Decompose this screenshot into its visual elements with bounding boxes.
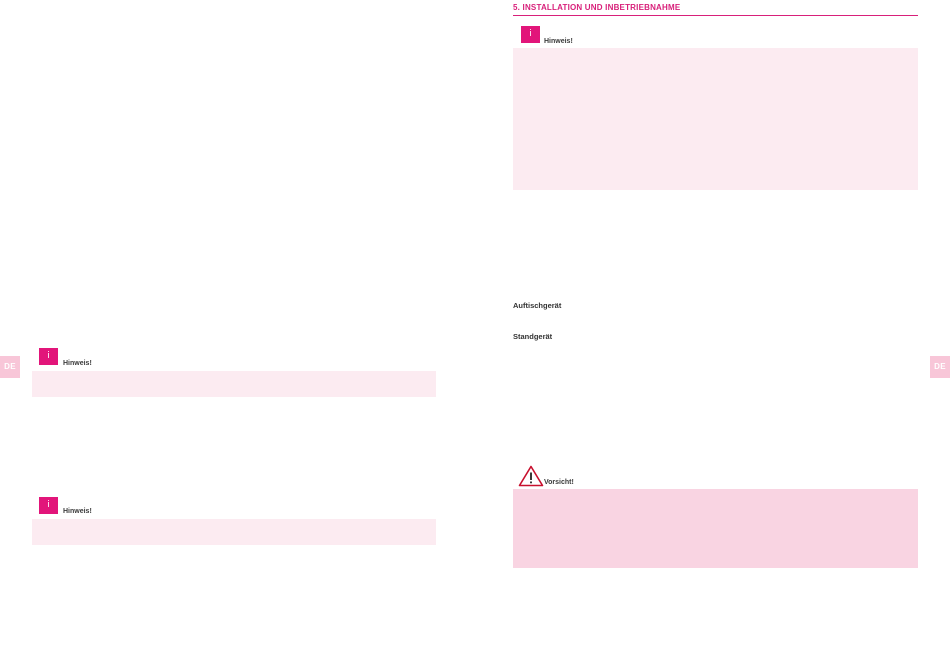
note-label: Hinweis! (63, 360, 92, 367)
section-heading: 5. INSTALLATION UND INBETRIEBNAHME (513, 3, 918, 16)
countertop-device-label: Auftischgerät (513, 301, 562, 310)
info-icon: i (521, 26, 540, 43)
info-icon: i (39, 497, 58, 514)
note-box (32, 519, 436, 545)
section-number: 5. (513, 3, 521, 12)
language-tab-right: DE (930, 356, 950, 378)
note-box (513, 48, 918, 190)
section-title: INSTALLATION UND INBETRIEBNAHME (522, 3, 681, 12)
note-label: Hinweis! (544, 38, 573, 45)
warning-icon (518, 465, 544, 487)
note-label: Hinweis! (63, 508, 92, 515)
left-page (0, 0, 475, 645)
info-icon: i (39, 348, 58, 365)
note-box (32, 371, 436, 397)
caution-box (513, 489, 918, 568)
floor-device-label: Standgerät (513, 332, 553, 341)
language-tab-left: DE (0, 356, 20, 378)
caution-label: Vorsicht! (544, 479, 574, 486)
